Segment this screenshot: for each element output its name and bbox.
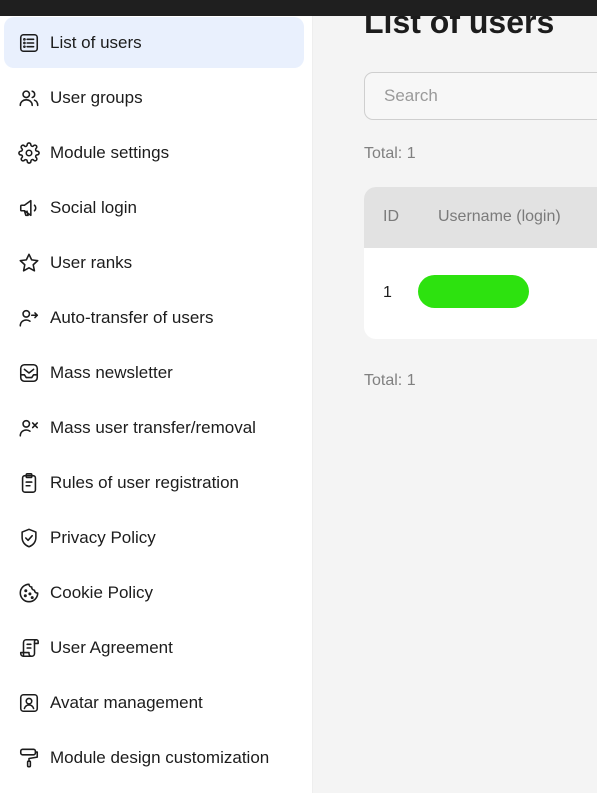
sidebar-item-rules-of-user-registration[interactable]: Rules of user registration [4,457,304,508]
clipboard-icon [18,472,40,494]
list-icon [18,32,40,54]
star-icon [18,252,40,274]
sidebar-item-mass-user-transfer-removal[interactable]: Mass user transfer/removal [4,402,304,453]
shield-check-icon [18,527,40,549]
sidebar-item-mass-newsletter[interactable]: Mass newsletter [4,347,304,398]
users-table: ID Username (login) 1 [364,187,597,339]
sidebar-item-user-ranks[interactable]: User ranks [4,237,304,288]
total-count-bottom: Total: 1 [364,372,416,389]
scroll-icon [18,637,40,659]
sidebar-item-label: User groups [50,87,143,107]
cell-id: 1 [383,284,392,301]
user-arrow-icon [18,307,40,329]
window-top-bar [0,0,597,16]
megaphone-icon [18,197,40,219]
sidebar-item-label: Module design customization [50,747,270,767]
sidebar-item-module-settings[interactable]: Module settings [4,127,304,178]
sidebar-item-label: User Agreement [50,637,173,657]
table-header: ID Username (login) [364,187,597,248]
column-header-username[interactable]: Username (login) [438,208,561,226]
search-input[interactable] [364,72,597,120]
avatar-icon [18,692,40,714]
sidebar-item-label: User ranks [50,252,133,272]
sidebar-item-label: Avatar management [50,692,203,712]
sidebar-item-privacy-policy[interactable]: Privacy Policy [4,512,304,563]
sidebar-item-label: Rules of user registration [50,472,239,492]
sidebar-item-user-agreement[interactable]: User Agreement [4,622,304,673]
sidebar: List of users User groups Module setting… [0,16,313,793]
sidebar-item-list-of-users[interactable]: List of users [4,17,304,68]
column-header-id[interactable]: ID [383,208,399,226]
sidebar-item-label: Privacy Policy [50,527,156,547]
users-icon [18,87,40,109]
sidebar-item-label: Mass user transfer/removal [50,417,256,437]
gear-icon [18,141,40,164]
paint-roller-icon [18,747,40,769]
sidebar-item-user-groups[interactable]: User groups [4,72,304,123]
sidebar-item-label: Social login [50,197,137,217]
sidebar-item-label: Cookie Policy [50,582,153,602]
sidebar-item-social-login[interactable]: Social login [4,182,304,233]
sidebar-item-avatar-management[interactable]: Avatar management [4,677,304,728]
sidebar-item-module-design-customization[interactable]: Module design customization [4,732,304,783]
sidebar-item-label: Mass newsletter [50,362,173,382]
sidebar-item-label: Module settings [50,142,170,162]
user-x-icon [18,417,40,439]
total-count-top: Total: 1 [364,145,416,162]
sidebar-item-label: List of users [50,32,142,52]
sidebar-item-auto-transfer-of-users[interactable]: Auto-transfer of users [4,292,304,343]
mail-icon [18,362,40,384]
sidebar-item-cookie-policy[interactable]: Cookie Policy [4,567,304,618]
main-content: List of users Total: 1 ID Username (logi… [313,16,597,793]
cookie-icon [18,582,40,604]
sidebar-item-label: Auto-transfer of users [50,307,214,327]
redacted-username-mark [418,275,529,308]
page-title: List of users [364,16,555,40]
